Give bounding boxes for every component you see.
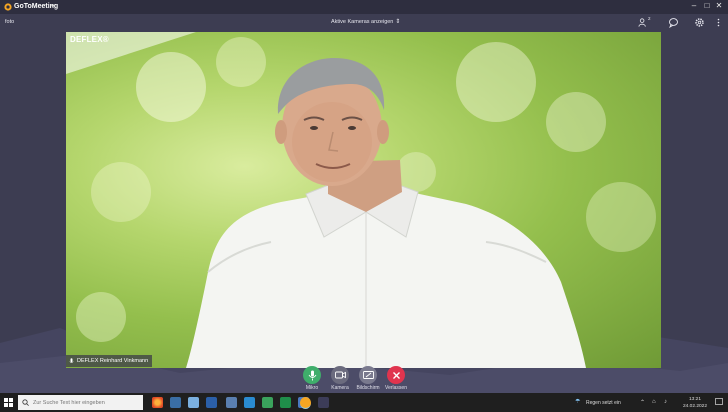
clock-date: 24.02.2022: [683, 404, 708, 409]
mic-label: Mikro: [305, 385, 319, 391]
leave-label: Verlassen: [385, 385, 407, 391]
weather-icon: ☂: [575, 399, 581, 405]
clock-time: 13:21: [689, 397, 702, 402]
notification-icon[interactable]: [715, 398, 723, 406]
maximize-button[interactable]: □: [701, 1, 713, 10]
remote-app-icon[interactable]: [226, 397, 237, 408]
tray-chevron-icon[interactable]: ⌃: [640, 399, 645, 406]
more-options-icon[interactable]: [713, 17, 724, 28]
windows-start-icon[interactable]: [4, 398, 13, 407]
outlook-icon[interactable]: [170, 397, 181, 408]
taskbar: ☂ Regen setzt ein ⌃ ⌂ ♪ 13:21 24.02.2022: [0, 393, 728, 412]
leave-icon: [387, 366, 405, 384]
search-icon: [22, 399, 29, 406]
camera-button[interactable]: Kamera: [328, 366, 352, 391]
meeting-toolbar: foto Aktive Kameras anzeigen ⇕ 2: [0, 14, 728, 31]
participant-video: DEFLEX®: [66, 32, 661, 368]
taskbar-search[interactable]: [18, 395, 143, 410]
meeting-title: foto: [5, 19, 15, 25]
weather-text: Regen setzt ein: [586, 400, 621, 406]
screen-share-icon: [359, 366, 377, 384]
participant-person: [186, 58, 586, 368]
participant-name: DEFLEX Reinhard Vinkmann: [77, 358, 149, 364]
file-explorer-icon[interactable]: [188, 397, 199, 408]
volume-icon[interactable]: ♪: [664, 399, 667, 405]
minimize-button[interactable]: –: [688, 1, 700, 10]
mail-icon[interactable]: [244, 397, 255, 408]
attendee-count: 2: [648, 16, 651, 21]
microphone-icon: [303, 366, 321, 384]
system-clock[interactable]: 13:21 24.02.2022: [683, 396, 707, 410]
mic-button[interactable]: Mikro: [300, 366, 324, 391]
search-input[interactable]: [33, 399, 138, 406]
gotomeeting-logo-icon: [4, 3, 12, 11]
app-window-icon[interactable]: [318, 397, 329, 408]
title-bar: GoToMeeting ▾ – □ ✕: [0, 0, 728, 14]
network-icon[interactable]: ⌂: [652, 399, 656, 405]
screen-share-label: Bildschirm: [356, 385, 380, 391]
teams-icon[interactable]: [262, 397, 273, 408]
up-down-chevron-icon: ⇕: [395, 19, 401, 25]
camera-view-selector[interactable]: Aktive Kameras anzeigen ⇕: [331, 18, 400, 25]
camera-icon: [331, 366, 349, 384]
settings-icon[interactable]: [694, 17, 705, 28]
word-icon[interactable]: [206, 397, 217, 408]
camera-view-label: Aktive Kameras anzeigen: [331, 19, 394, 25]
participant-name-tag: DEFLEX Reinhard Vinkmann: [66, 355, 153, 367]
microphone-status-icon: [69, 357, 74, 363]
leave-button[interactable]: Verlassen: [384, 366, 408, 391]
firefox-icon[interactable]: [152, 397, 163, 408]
excel-icon[interactable]: [280, 397, 291, 408]
camera-label: Kamera: [331, 385, 349, 391]
gotomeeting-taskbar-icon[interactable]: [300, 397, 311, 409]
close-window-button[interactable]: ✕: [713, 1, 725, 10]
app-menu-chevron-icon[interactable]: ▾: [51, 2, 55, 10]
screen-share-button[interactable]: Bildschirm: [356, 366, 380, 391]
chat-icon[interactable]: [668, 17, 679, 28]
